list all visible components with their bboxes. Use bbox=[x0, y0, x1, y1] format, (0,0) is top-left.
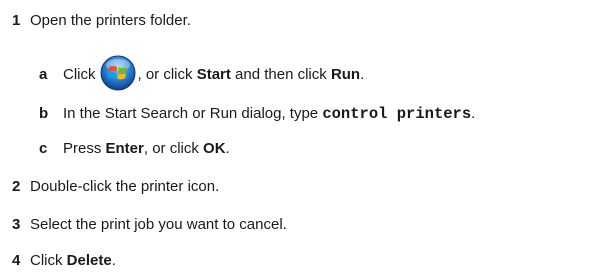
ui-term-delete: Delete bbox=[66, 252, 112, 269]
step-text: . bbox=[111, 252, 116, 269]
step-2: 2 Double-click the printer icon. bbox=[12, 178, 219, 196]
ui-term-run: Run bbox=[330, 65, 361, 83]
ui-term-start: Start bbox=[196, 65, 231, 83]
step-4: 4 Click Delete. bbox=[12, 252, 116, 270]
substep-letter: a bbox=[39, 65, 48, 83]
step-text: Click bbox=[30, 252, 67, 269]
step-number: 4 bbox=[12, 252, 21, 269]
substep-a: a Click , or click Start and then click R… bbox=[39, 55, 365, 91]
substep-text: , or click bbox=[137, 65, 197, 83]
step-1: 1 Open the printers folder. bbox=[12, 12, 191, 30]
substep-text: and then click bbox=[230, 65, 331, 83]
substep-b: b In the Start Search or Run dialog, type… bbox=[39, 105, 475, 123]
ui-term-ok: OK bbox=[203, 140, 226, 157]
windows-start-orb-icon bbox=[100, 55, 136, 91]
step-3: 3 Select the print job you want to cancel… bbox=[12, 216, 287, 234]
substep-text: . bbox=[360, 65, 365, 83]
ui-term-enter: Enter bbox=[105, 140, 144, 157]
substep-text: Click bbox=[63, 65, 96, 83]
step-text: Select the print job you want to cancel. bbox=[30, 216, 287, 233]
step-number: 3 bbox=[12, 216, 21, 233]
step-text: Double-click the printer icon. bbox=[30, 178, 220, 195]
step-number: 1 bbox=[12, 12, 21, 29]
substep-text: In the Start Search or Run dialog, type bbox=[63, 105, 323, 122]
command-text: control printers bbox=[322, 105, 472, 123]
substep-text: . bbox=[225, 140, 230, 157]
substep-letter: c bbox=[39, 140, 48, 157]
substep-text: . bbox=[471, 105, 476, 122]
substep-text: , or click bbox=[143, 140, 204, 157]
substep-letter: b bbox=[39, 105, 49, 122]
substep-c: c Press Enter, or click OK. bbox=[39, 140, 230, 158]
step-number: 2 bbox=[12, 178, 21, 195]
substep-text: Press bbox=[63, 140, 106, 157]
instruction-document: 1 Open the printers folder. a Click , or… bbox=[0, 0, 605, 275]
step-text: Open the printers folder. bbox=[30, 12, 191, 29]
